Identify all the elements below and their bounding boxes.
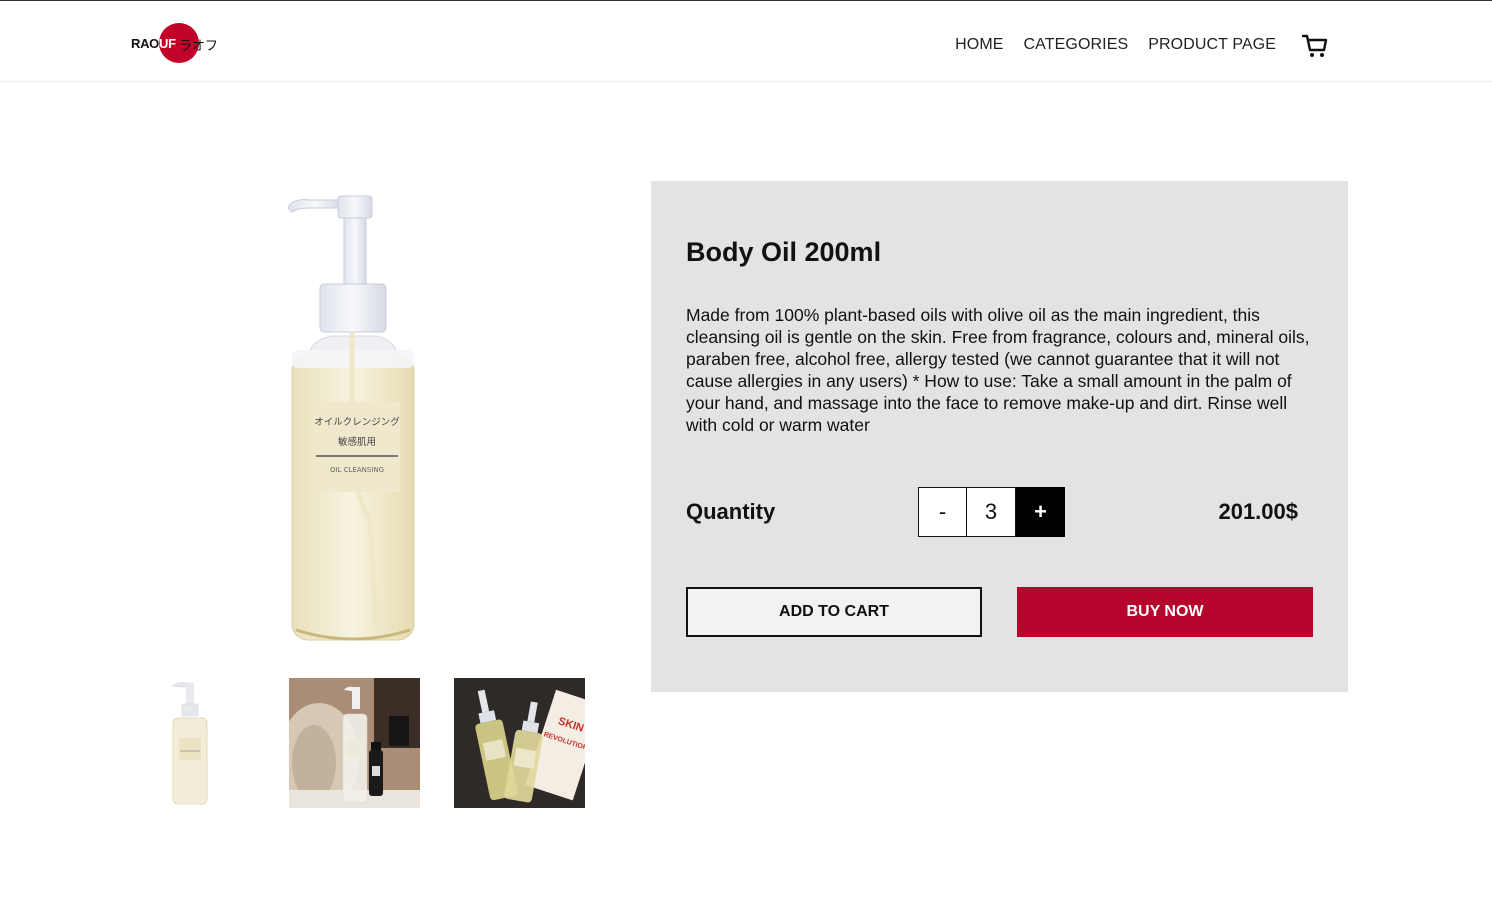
product-title: Body Oil 200ml (686, 237, 882, 267)
add-to-cart-button[interactable]: ADD TO CART (686, 587, 982, 637)
cart-icon[interactable] (1302, 33, 1328, 59)
thumbnail-strip: SKIN REVOLUTION (124, 678, 585, 808)
thumbnail-1-image (124, 678, 255, 808)
logo-text-jp: ラオフ (179, 39, 219, 54)
thumbnail-2[interactable] (289, 678, 420, 808)
bottle-label-jp-1: オイルクレンジング (314, 416, 400, 428)
nav-home[interactable]: HOME (955, 36, 1003, 54)
main-nav: HOME CATEGORIES PRODUCT PAGE (955, 36, 1276, 54)
nav-product-page[interactable]: PRODUCT PAGE (1148, 36, 1276, 54)
product-description: Made from 100% plant-based oils with oli… (686, 305, 1310, 435)
quantity-label: Quantity (686, 499, 776, 524)
brand-logo[interactable]: RAOUF ラオフ (131, 23, 221, 67)
thumbnail-2-image (289, 678, 420, 808)
buy-now-button[interactable]: BUY NOW (1017, 587, 1313, 637)
logo-text-right: UF (159, 36, 176, 51)
navbar: RAOUF ラオフ HOME CATEGORIES PRODUCT PAGE (0, 1, 1492, 82)
quantity-increment-button[interactable]: + (1016, 487, 1065, 537)
logo-text-left: RAO (131, 36, 159, 51)
thumbnail-3[interactable]: SKIN REVOLUTION (454, 678, 585, 808)
quantity-value: 3 (967, 487, 1016, 537)
product-main-image: オイルクレンジング 敏感肌用 OIL CLEANSING (287, 195, 415, 641)
logo-text: RAOUF (131, 36, 176, 51)
bottle-label-jp-2: 敏感肌用 (338, 436, 376, 448)
thumbnail-1[interactable] (124, 678, 255, 808)
thumbnail-3-image: SKIN REVOLUTION (454, 678, 585, 808)
bottle-label-en: OIL CLEANSING (330, 466, 384, 474)
product-price: 201.00$ (1218, 499, 1298, 524)
quantity-stepper: - 3 + (918, 487, 1065, 537)
quantity-decrement-button[interactable]: - (918, 487, 967, 537)
nav-categories[interactable]: CATEGORIES (1024, 36, 1129, 54)
product-details-panel: Body Oil 200ml Made from 100% plant-base… (651, 181, 1348, 692)
